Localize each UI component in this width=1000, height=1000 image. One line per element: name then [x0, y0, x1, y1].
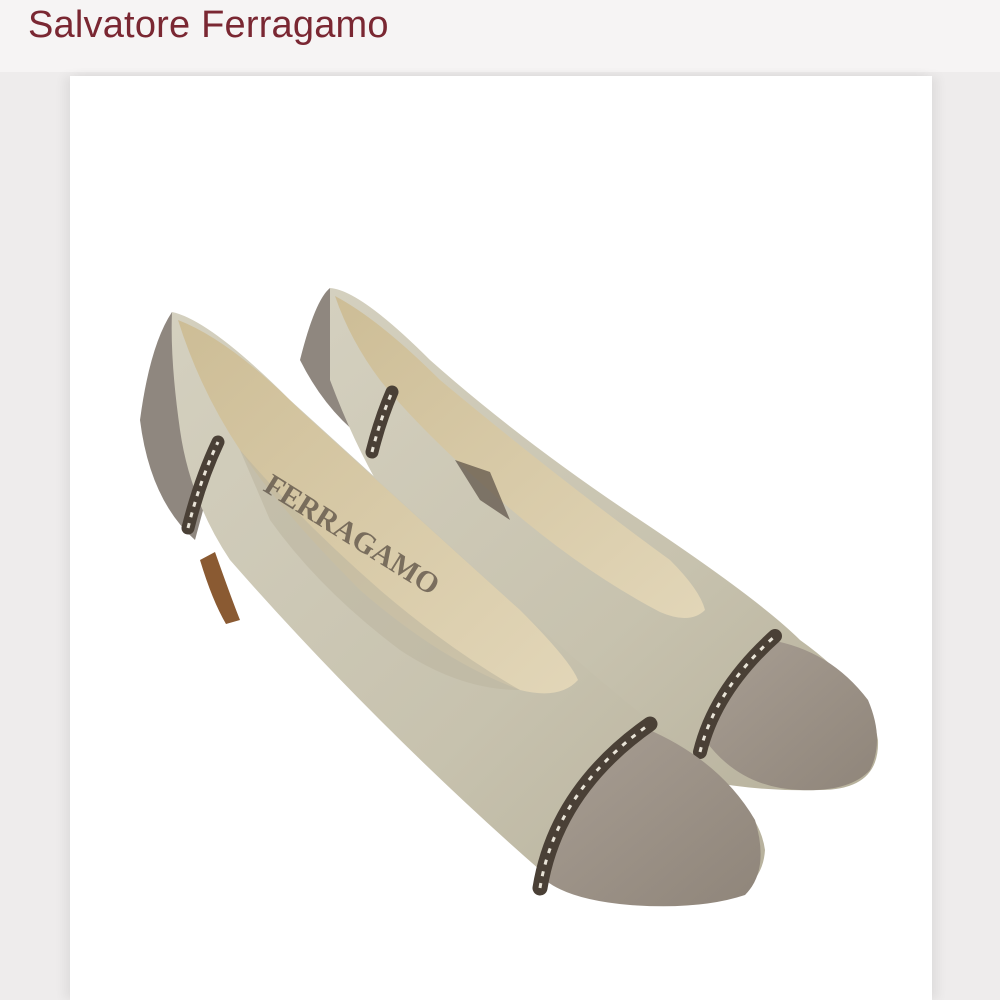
page-header: Salvatore Ferragamo	[0, 0, 1000, 72]
shoes-illustration: FERRAGAMO	[140, 288, 879, 907]
brand-title[interactable]: Salvatore Ferragamo	[28, 2, 389, 48]
product-photo[interactable]: FERRAGAMO	[70, 76, 932, 1000]
